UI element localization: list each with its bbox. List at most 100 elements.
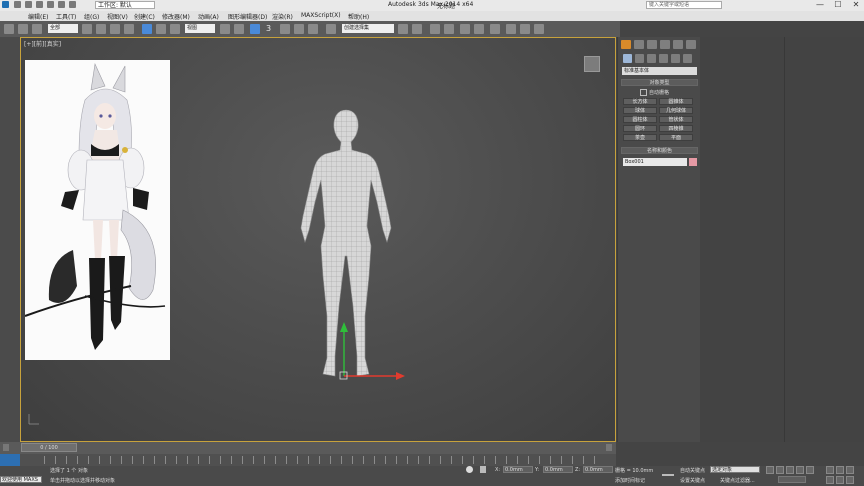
key-icon[interactable] (662, 469, 674, 476)
go-to-end-icon[interactable] (806, 466, 814, 474)
zoom-icon[interactable] (826, 466, 834, 474)
workspace-dropdown[interactable]: 工作区: 默认 (95, 1, 155, 9)
edit-named-selection-icon[interactable] (326, 24, 336, 34)
bind-space-warp-icon[interactable] (32, 24, 42, 34)
reference-coordinate-dropdown[interactable]: 视图 (185, 24, 215, 33)
prev-frame-icon[interactable] (3, 444, 9, 451)
box-button[interactable]: 长方体 (623, 98, 657, 105)
render-production-icon[interactable] (534, 24, 544, 34)
maxscript-listener[interactable]: 欢迎使用 MAXS (0, 476, 42, 483)
align-icon[interactable] (412, 24, 422, 34)
next-frame-icon[interactable] (606, 444, 612, 451)
project-folder-icon[interactable] (69, 1, 76, 8)
helpers-icon[interactable] (671, 54, 680, 63)
undo-icon[interactable] (47, 1, 54, 8)
pyramid-button[interactable]: 四棱锥 (659, 125, 693, 132)
display-tab-icon[interactable] (673, 40, 683, 49)
menu-rendering[interactable]: 渲染(R) (272, 12, 293, 21)
add-time-tag-button[interactable]: 添加时间标记 (615, 477, 645, 484)
front-viewport[interactable]: [+][前][真实] (20, 37, 616, 442)
create-tab-icon[interactable] (621, 40, 631, 49)
angle-snap-icon[interactable] (280, 24, 290, 34)
rectangle-selection-icon[interactable] (110, 24, 120, 34)
keyboard-shortcut-override-icon[interactable] (250, 24, 260, 34)
rendered-frame-window-icon[interactable] (520, 24, 530, 34)
select-by-name-icon[interactable] (96, 24, 106, 34)
select-and-scale-icon[interactable] (170, 24, 180, 34)
reference-image-plane[interactable] (24, 60, 170, 360)
plane-button[interactable]: 平面 (659, 134, 693, 141)
maximize-button[interactable]: ☐ (830, 0, 846, 10)
next-key-icon[interactable] (796, 466, 804, 474)
select-and-manipulate-icon[interactable] (234, 24, 244, 34)
sphere-button[interactable]: 球体 (623, 107, 657, 114)
field-of-view-icon[interactable] (826, 476, 834, 484)
selection-lock-icon[interactable] (480, 466, 486, 473)
z-coord-input[interactable]: 0.0mm (583, 466, 613, 473)
menu-views[interactable]: 视图(V) (107, 12, 128, 21)
object-name-input[interactable]: Box001 (623, 158, 687, 166)
cylinder-button[interactable]: 圆柱体 (623, 116, 657, 123)
curve-editor-icon[interactable] (460, 24, 470, 34)
y-coord-input[interactable]: 0.0mm (543, 466, 573, 473)
menu-group[interactable]: 组(G) (84, 12, 99, 21)
shapes-icon[interactable] (635, 54, 644, 63)
snaps-toggle-icon[interactable]: 3 (266, 24, 276, 34)
menu-tools[interactable]: 工具(T) (56, 12, 76, 21)
space-warps-icon[interactable] (683, 54, 692, 63)
viewcube-icon[interactable] (584, 56, 600, 72)
play-icon[interactable] (786, 466, 794, 474)
mirror-icon[interactable] (398, 24, 408, 34)
layer-manager-icon[interactable] (430, 24, 440, 34)
tube-button[interactable]: 管状体 (659, 116, 693, 123)
object-type-rollout-header[interactable]: 对象类型 (621, 79, 698, 86)
save-file-icon[interactable] (36, 1, 43, 8)
select-object-icon[interactable] (82, 24, 92, 34)
isolate-selection-icon[interactable] (466, 466, 473, 473)
spinner-snap-icon[interactable] (308, 24, 318, 34)
cameras-icon[interactable] (659, 54, 668, 63)
zoom-extents-icon[interactable] (846, 466, 854, 474)
window-crossing-icon[interactable] (124, 24, 134, 34)
time-slider-handle[interactable]: 0 / 100 (21, 443, 77, 452)
current-frame-input[interactable] (778, 476, 806, 483)
geosphere-button[interactable]: 几何球体 (659, 107, 693, 114)
menu-maxscript[interactable]: MAXScript(X) (301, 12, 341, 19)
previous-key-icon[interactable] (776, 466, 784, 474)
schematic-view-icon[interactable] (474, 24, 484, 34)
menu-modifiers[interactable]: 修改器(M) (162, 12, 190, 21)
object-color-swatch[interactable] (689, 158, 697, 166)
percent-snap-icon[interactable] (294, 24, 304, 34)
unlink-icon[interactable] (18, 24, 28, 34)
primitive-type-dropdown[interactable]: 标准基本体 (622, 67, 697, 75)
cone-button[interactable]: 圆锥体 (659, 98, 693, 105)
name-and-color-rollout-header[interactable]: 名称和颜色 (621, 147, 698, 154)
hierarchy-tab-icon[interactable] (647, 40, 657, 49)
menu-edit[interactable]: 编辑(E) (28, 12, 48, 21)
pan-view-icon[interactable] (836, 476, 844, 484)
autogrid-checkbox[interactable]: 自动栅格 (640, 89, 669, 96)
key-filters-button[interactable]: 关键点过滤器... (720, 477, 755, 484)
zoom-all-icon[interactable] (836, 466, 844, 474)
app-logo-icon[interactable] (2, 1, 9, 8)
viewport-label[interactable]: [+][前][真实] (24, 39, 61, 48)
motion-tab-icon[interactable] (660, 40, 670, 49)
utilities-tab-icon[interactable] (686, 40, 696, 49)
new-file-icon[interactable] (14, 1, 21, 8)
set-key-button[interactable]: 设置关键点 (680, 477, 705, 484)
render-setup-icon[interactable] (506, 24, 516, 34)
minimize-button[interactable]: — (812, 0, 828, 10)
select-and-move-icon[interactable] (142, 24, 152, 34)
mini-curve-editor-icon[interactable] (0, 454, 20, 466)
redo-icon[interactable] (58, 1, 65, 8)
torus-button[interactable]: 圆环 (623, 125, 657, 132)
close-button[interactable]: ✕ (848, 0, 864, 10)
orbit-icon[interactable] (846, 476, 854, 484)
pivot-center-icon[interactable] (220, 24, 230, 34)
move-gizmo[interactable] (336, 320, 406, 382)
menu-help[interactable]: 帮助(H) (348, 12, 369, 21)
link-icon[interactable] (4, 24, 14, 34)
menu-animation[interactable]: 动画(A) (198, 12, 219, 21)
modify-tab-icon[interactable] (634, 40, 644, 49)
go-to-start-icon[interactable] (766, 466, 774, 474)
